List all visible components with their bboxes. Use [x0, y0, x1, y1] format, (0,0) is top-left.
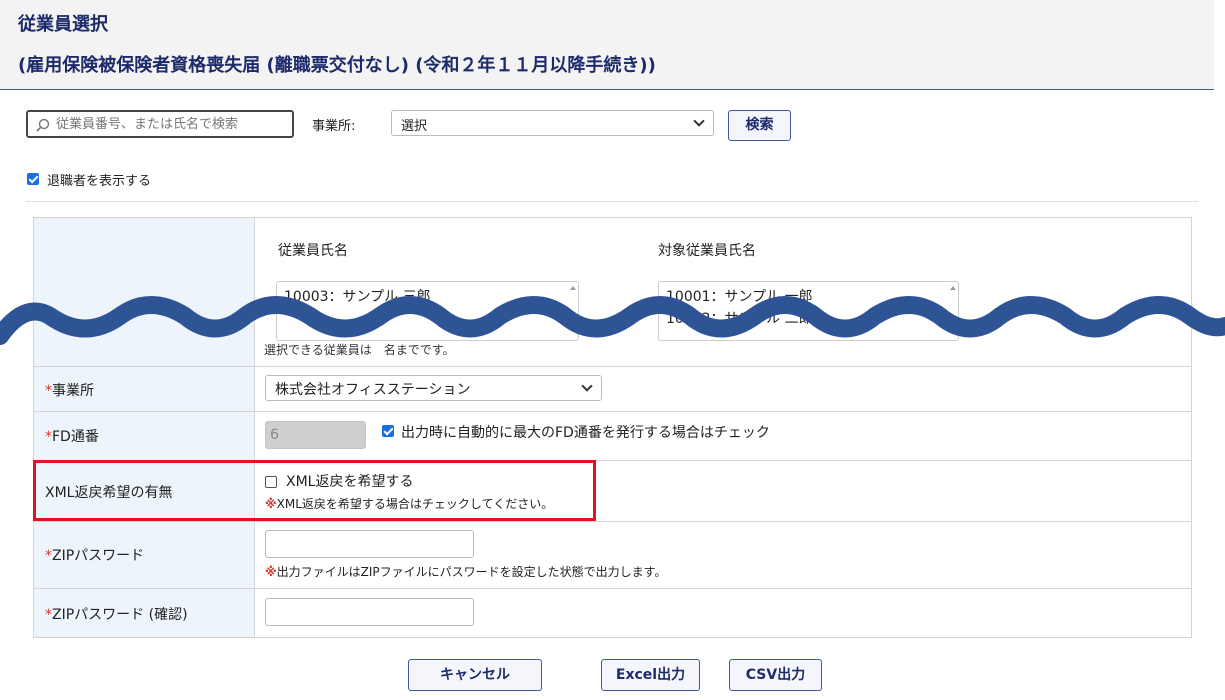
csv-export-button[interactable]: CSV出力 — [729, 659, 822, 691]
office-filter-select[interactable]: 選択 — [391, 110, 714, 136]
search-input[interactable] — [56, 115, 290, 133]
wave-cut-decoration — [0, 296, 1225, 345]
xml-return-label: XML返戻を希望する — [286, 474, 414, 490]
fd-row-label: *FD通番 — [45, 429, 99, 445]
office-filter-label: 事業所: — [312, 119, 356, 134]
search-icon — [36, 118, 50, 132]
row-divider — [34, 460, 1191, 461]
zip-password-input[interactable] — [265, 530, 474, 558]
chevron-down-icon — [581, 380, 593, 392]
row-divider — [34, 588, 1191, 589]
fd-number-input[interactable]: 6 — [265, 421, 366, 449]
xml-return-checkbox[interactable] — [265, 476, 277, 488]
search-box[interactable] — [26, 110, 294, 138]
page-subtitle: (雇用保険被保険者資格喪失届 (離職票交付なし) (令和２年１１月以降手続き)) — [18, 55, 656, 76]
row-divider — [34, 411, 1191, 412]
page-title: 従業員選択 — [18, 14, 108, 35]
office-row-label: *事業所 — [45, 383, 94, 399]
xml-row-label: XML返戻希望の有無 — [45, 485, 173, 501]
office-filter-value: 選択 — [401, 119, 428, 134]
office-select[interactable]: 株式会社オフィスステーション — [265, 375, 602, 401]
note-mark: ※ — [265, 497, 277, 511]
divider — [26, 201, 1198, 202]
show-retired-label: 退職者を表示する — [47, 174, 152, 189]
fd-auto-checkbox[interactable] — [382, 425, 394, 437]
zip-password-confirm-input[interactable] — [265, 598, 474, 626]
search-button[interactable]: 検索 — [728, 110, 791, 141]
zip-confirm-row-label: *ZIPパスワード (確認) — [45, 607, 188, 623]
employee-list-title: 従業員氏名 — [278, 243, 348, 259]
row-divider — [34, 521, 1191, 522]
fd-auto-label: 出力時に自動的に最大のFD通番を発行する場合はチェック — [401, 425, 770, 441]
xml-note: ※XML返戻を希望する場合はチェックしてください。 — [265, 497, 554, 511]
excel-export-button[interactable]: Excel出力 — [601, 659, 700, 691]
page-header: 従業員選択 (雇用保険被保険者資格喪失届 (離職票交付なし) (令和２年１１月以… — [0, 0, 1214, 90]
target-list-title: 対象従業員氏名 — [658, 243, 756, 259]
note-mark: ※ — [265, 565, 277, 579]
chevron-down-icon — [693, 115, 705, 127]
cancel-button[interactable]: キャンセル — [408, 659, 542, 691]
office-select-value: 株式会社オフィスステーション — [275, 382, 471, 398]
row-divider — [34, 366, 1191, 367]
show-retired-checkbox[interactable] — [27, 173, 39, 185]
zip-row-label: *ZIPパスワード — [45, 548, 145, 564]
zip-note: ※出力ファイルはZIPファイルにパスワードを設定した状態で出力します。 — [265, 565, 667, 579]
